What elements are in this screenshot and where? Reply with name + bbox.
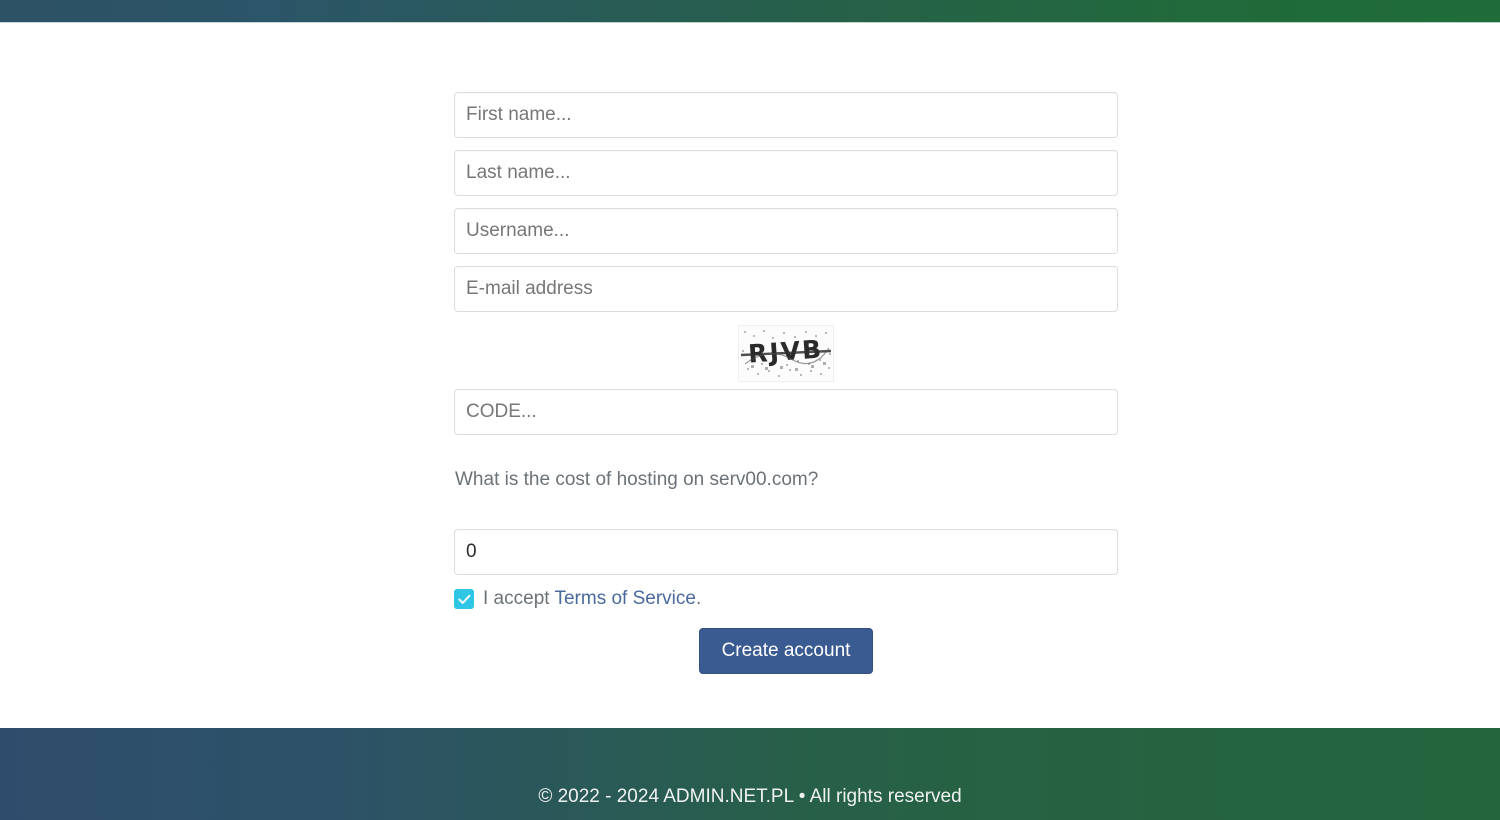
terms-acceptance-row: I accept Terms of Service.: [454, 588, 701, 610]
captcha-image: RJVB: [738, 325, 834, 382]
top-gradient-bar: [0, 0, 1500, 22]
page-footer: © 2022 - 2024 ADMIN.NET.PL • All rights …: [0, 728, 1500, 820]
terms-suffix: .: [695, 588, 702, 609]
email-input[interactable]: [454, 266, 1118, 312]
accept-terms-checkbox[interactable]: [454, 589, 474, 609]
terms-text: I accept Terms of Service.: [483, 588, 701, 610]
registration-page: RJVB What is the cost of hosting on serv…: [0, 23, 1500, 728]
terms-of-service-link[interactable]: Terms of Service: [554, 588, 695, 609]
terms-prefix: I accept: [483, 588, 555, 609]
first-name-input[interactable]: [454, 92, 1118, 138]
submit-row: Create account: [454, 628, 1118, 674]
last-name-input[interactable]: [454, 150, 1118, 196]
footer-copyright: © 2022 - 2024 ADMIN.NET.PL • All rights …: [538, 786, 962, 807]
check-icon: [457, 594, 470, 604]
username-input[interactable]: [454, 208, 1118, 254]
create-account-button[interactable]: Create account: [698, 628, 874, 674]
captcha-code-input[interactable]: [454, 389, 1118, 435]
security-question-label: What is the cost of hosting on serv00.co…: [455, 469, 819, 490]
security-answer-input[interactable]: [454, 529, 1118, 575]
